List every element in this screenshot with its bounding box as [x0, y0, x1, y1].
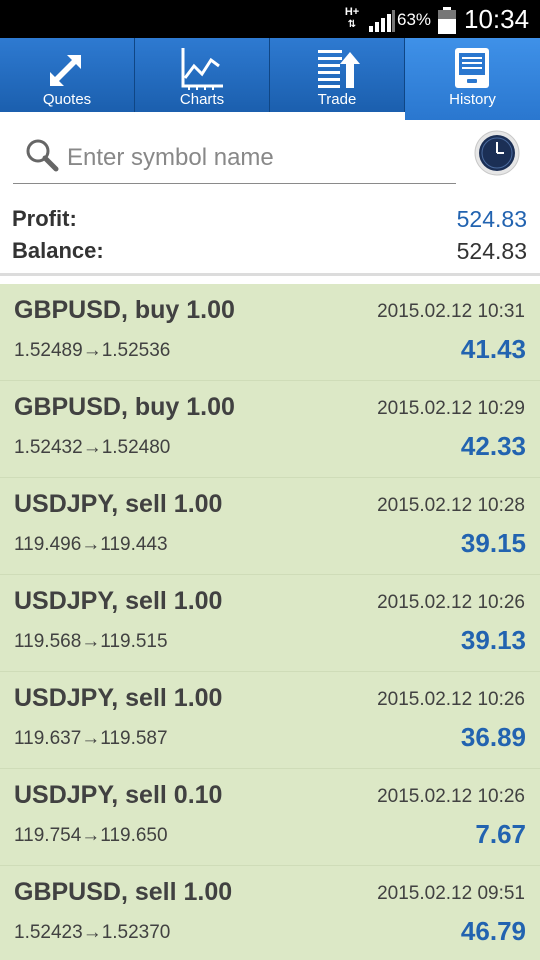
profit-value: 524.83 — [456, 206, 527, 232]
tab-trade[interactable]: Trade — [270, 38, 405, 112]
deal-time: 2015.02.12 10:26 — [377, 689, 525, 710]
deal-row[interactable]: GBPUSD, buy 1.00 2015.02.12 10:31 1.5248… — [0, 284, 540, 381]
deal-prices: 119.754→119.650 — [14, 825, 168, 847]
history-book-icon — [455, 48, 489, 88]
deal-time: 2015.02.12 10:26 — [377, 592, 525, 613]
deal-open-price: 119.754 — [14, 825, 82, 846]
price-arrow: → — [81, 728, 101, 749]
symbol-search-input[interactable] — [67, 140, 447, 176]
deal-close-price: 119.587 — [100, 728, 168, 749]
deal-symbol: USDJPY, sell 0.10 — [14, 781, 223, 809]
deal-profit: 39.15 — [460, 528, 526, 558]
deal-prices: 1.52489→1.52536 — [14, 340, 170, 362]
deal-row[interactable]: USDJPY, sell 1.00 2015.02.12 10:26 119.5… — [0, 575, 540, 672]
network-type-label: H+ — [344, 6, 360, 18]
tab-quotes-label: Quotes — [42, 91, 92, 108]
balance-label: Balance: — [12, 238, 104, 263]
price-arrow: → — [82, 340, 102, 361]
deal-symbol: GBPUSD, buy 1.00 — [14, 296, 235, 324]
deal-symbol: USDJPY, sell 1.00 — [14, 587, 223, 615]
clock-icon[interactable] — [474, 130, 520, 176]
search-field[interactable] — [13, 134, 456, 184]
balance-row: Balance: 524.83 — [12, 236, 527, 268]
network-type-icon: H+ ⇅ — [341, 6, 363, 34]
deal-profit: 41.43 — [460, 334, 526, 364]
deal-open-price: 119.496 — [14, 534, 82, 555]
deal-prices: 119.496→119.443 — [14, 534, 168, 556]
symbol-search-bar — [0, 120, 540, 196]
price-arrow: → — [81, 534, 101, 555]
deal-close-price: 119.650 — [100, 825, 168, 846]
tab-charts[interactable]: Charts — [135, 38, 270, 112]
deal-prices: 1.52423→1.52370 — [14, 922, 170, 944]
clock-time: 10:34 — [464, 4, 530, 34]
deal-open-price: 119.568 — [14, 631, 82, 652]
chart-line-icon — [181, 48, 223, 90]
deal-close-price: 1.52536 — [101, 340, 171, 361]
deal-row[interactable]: USDJPY, sell 0.10 2015.02.12 10:26 119.7… — [0, 769, 540, 866]
deal-close-price: 1.52480 — [101, 437, 171, 458]
main-tab-bar: Quotes Charts Trade History — [0, 38, 540, 120]
deal-open-price: 1.52489 — [14, 340, 83, 361]
tab-charts-label: Charts — [179, 91, 225, 108]
status-bar: H+ ⇅ 63% 10:34 — [0, 0, 540, 38]
price-arrow: → — [82, 437, 102, 458]
tab-quotes[interactable]: Quotes — [0, 38, 135, 112]
deal-close-price: 1.52370 — [101, 922, 171, 943]
deal-profit: 7.67 — [475, 819, 526, 849]
profit-label: Profit: — [12, 206, 77, 231]
deal-prices: 1.52432→1.52480 — [14, 437, 170, 459]
deal-symbol: USDJPY, sell 1.00 — [14, 684, 223, 712]
battery-icon — [438, 7, 456, 34]
deal-time: 2015.02.12 10:26 — [377, 786, 525, 807]
trade-list-icon — [318, 50, 360, 88]
deal-time: 2015.02.12 10:31 — [377, 301, 525, 322]
deal-time: 2015.02.12 10:28 — [377, 495, 525, 516]
deal-open-price: 1.52423 — [14, 922, 83, 943]
deal-time: 2015.02.12 09:51 — [377, 883, 525, 904]
balance-value: 524.83 — [456, 238, 527, 264]
history-deals-list: GBPUSD, buy 1.00 2015.02.12 10:31 1.5248… — [0, 284, 540, 960]
quotes-arrows-icon — [50, 55, 81, 86]
price-arrow: → — [81, 631, 101, 652]
tab-history-label: History — [449, 91, 496, 108]
deal-row[interactable]: USDJPY, sell 1.00 2015.02.12 10:28 119.4… — [0, 478, 540, 575]
deal-open-price: 119.637 — [14, 728, 82, 749]
deal-row[interactable]: GBPUSD, buy 1.00 2015.02.12 10:29 1.5243… — [0, 381, 540, 478]
deal-open-price: 1.52432 — [14, 437, 83, 458]
deal-profit: 46.79 — [460, 916, 526, 946]
tab-history[interactable]: History — [405, 38, 540, 120]
deal-profit: 39.13 — [460, 625, 526, 655]
data-transfer-arrows: ⇅ — [347, 19, 357, 30]
search-icon — [26, 139, 59, 172]
battery-percent: 63% — [397, 10, 432, 29]
price-arrow: → — [82, 922, 102, 943]
tab-trade-label: Trade — [317, 91, 357, 108]
deal-symbol: GBPUSD, sell 1.00 — [14, 878, 233, 906]
profit-row: Profit: 524.83 — [12, 204, 527, 236]
deal-symbol: GBPUSD, buy 1.00 — [14, 393, 235, 421]
deal-profit: 36.89 — [460, 722, 526, 752]
deal-profit: 42.33 — [460, 431, 526, 461]
deal-row[interactable]: USDJPY, sell 1.00 2015.02.12 10:26 119.6… — [0, 672, 540, 769]
account-summary: Profit: 524.83 Balance: 524.83 — [0, 200, 540, 276]
deal-time: 2015.02.12 10:29 — [377, 398, 525, 419]
deal-prices: 119.637→119.587 — [14, 728, 168, 750]
deal-row[interactable]: GBPUSD, sell 1.00 2015.02.12 09:51 1.524… — [0, 866, 540, 960]
deal-close-price: 119.515 — [100, 631, 168, 652]
price-arrow: → — [81, 825, 101, 846]
deal-prices: 119.568→119.515 — [14, 631, 168, 653]
deal-symbol: USDJPY, sell 1.00 — [14, 490, 223, 518]
deal-close-price: 119.443 — [100, 534, 168, 555]
signal-icon — [369, 10, 395, 32]
